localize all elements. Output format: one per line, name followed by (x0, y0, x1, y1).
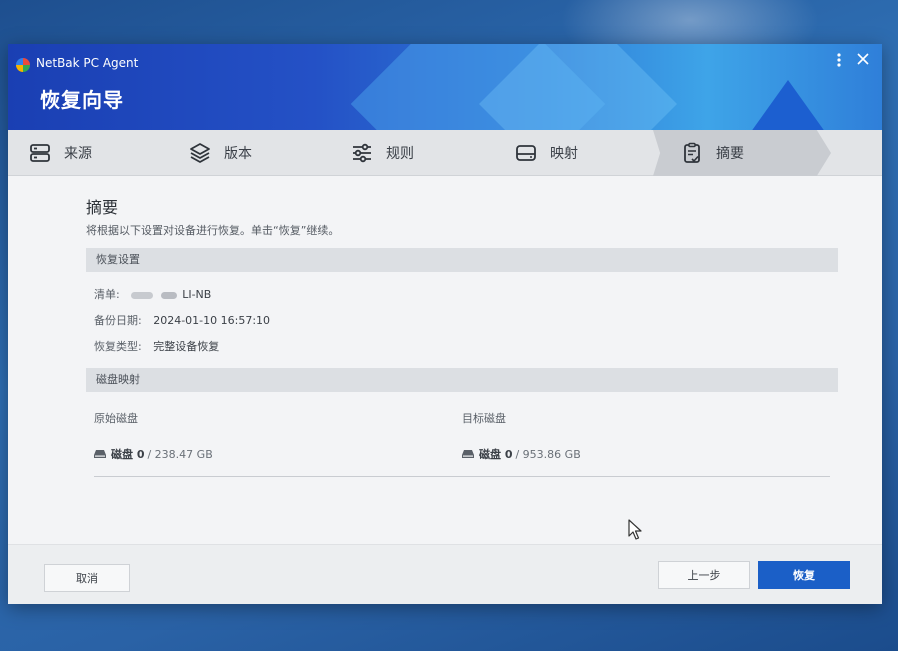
backup-date-value: 2024-01-10 16:57:10 (153, 314, 271, 327)
step-label: 版本 (224, 146, 252, 162)
target-disk-header: 目标磁盘 (462, 412, 506, 425)
step-rules[interactable]: 规则 (350, 130, 414, 176)
target-disk-name: 磁盘 0 (479, 448, 513, 461)
page-title: 摘要 (86, 198, 119, 217)
restore-settings-header: 恢复设置 (86, 248, 838, 272)
cancel-button[interactable]: 取消 (44, 564, 130, 592)
app-logo-icon (16, 58, 30, 72)
server-icon (30, 144, 50, 162)
header-banner: NetBak PC Agent 恢复向导 (8, 44, 882, 130)
clipboard-check-icon (684, 142, 700, 163)
target-disk: 磁盘 0 / 953.86 GB (462, 446, 581, 462)
disk-icon (94, 450, 106, 458)
wizard-steps: 来源 版本 规则 映射 摘要 (8, 130, 882, 176)
disk-icon (462, 450, 474, 458)
list-label: 清单: (94, 288, 120, 301)
step-label: 映射 (550, 146, 578, 162)
step-summary[interactable]: 摘要 (680, 130, 744, 176)
divider (94, 476, 830, 477)
blurred-text (131, 291, 154, 299)
source-disk: 磁盘 0 / 238.47 GB (94, 446, 213, 462)
source-disk-size: / 238.47 GB (147, 447, 213, 461)
step-label: 摘要 (716, 146, 744, 162)
backup-date-row: 备份日期: 2024-01-10 16:57:10 (94, 312, 270, 328)
layers-icon (190, 143, 210, 163)
summary-description: 将根据以下设置对设备进行恢复。单击“恢复”继续。 (86, 224, 340, 237)
disk-mapping-header: 磁盘映射 (86, 368, 838, 392)
step-version[interactable]: 版本 (188, 130, 252, 176)
blurred-text (160, 291, 177, 299)
close-icon[interactable] (856, 52, 870, 70)
restore-wizard-window: NetBak PC Agent 恢复向导 来源 版本 规则 映射 摘要 摘要 将… (8, 44, 882, 604)
app-name: NetBak PC Agent (36, 56, 139, 70)
summary-panel: 摘要 将根据以下设置对设备进行恢复。单击“恢复”继续。 恢复设置 清单: LI-… (8, 176, 882, 544)
source-disk-name: 磁盘 0 (111, 448, 145, 461)
drive-icon (516, 145, 536, 161)
step-source[interactable]: 来源 (28, 130, 92, 176)
backup-date-label: 备份日期: (94, 314, 142, 327)
list-value: LI-NB (182, 288, 212, 301)
restore-type-label: 恢复类型: (94, 340, 142, 353)
source-disk-header: 原始磁盘 (94, 412, 138, 425)
wizard-footer: 取消 上一步 恢复 (8, 544, 882, 604)
list-row: 清单: LI-NB (94, 286, 211, 302)
step-label: 来源 (64, 146, 92, 162)
back-button[interactable]: 上一步 (658, 561, 750, 589)
wizard-title: 恢复向导 (40, 88, 124, 112)
sliders-icon (353, 143, 371, 163)
target-disk-size: / 953.86 GB (515, 447, 581, 461)
step-label: 规则 (386, 146, 414, 162)
step-mapping[interactable]: 映射 (514, 130, 578, 176)
restore-type-row: 恢复类型: 完整设备恢复 (94, 338, 219, 354)
mouse-cursor-icon (628, 519, 642, 540)
banner-decoration (748, 80, 828, 130)
restore-type-value: 完整设备恢复 (153, 340, 220, 353)
kebab-menu-icon[interactable] (836, 52, 842, 72)
restore-button[interactable]: 恢复 (758, 561, 850, 589)
